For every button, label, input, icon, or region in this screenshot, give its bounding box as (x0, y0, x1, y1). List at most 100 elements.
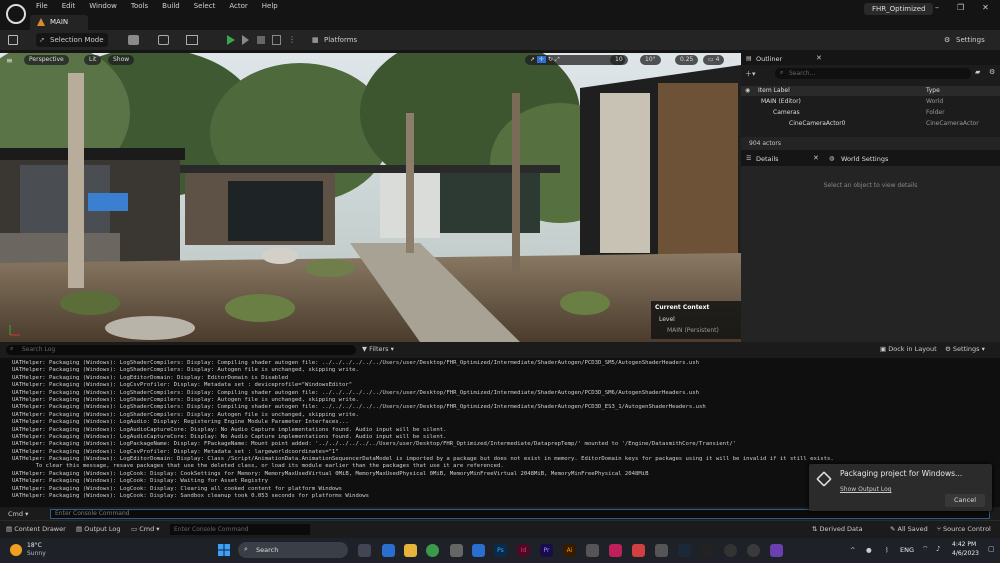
app-icon[interactable] (747, 544, 760, 557)
app-icon[interactable] (632, 544, 645, 557)
viewport-menu-icon[interactable]: ≡ (6, 56, 13, 65)
platforms-dropdown[interactable]: ▦ Platforms (310, 33, 366, 47)
status-cmd-dropdown[interactable]: ▭ Cmd ▾ (131, 525, 160, 533)
outliner-row-world[interactable]: MAIN (Editor) (761, 98, 801, 105)
show-output-log-link[interactable]: Show Output Log (840, 486, 892, 493)
tab-details[interactable]: Details (756, 155, 779, 163)
indesign-icon[interactable]: Id (517, 544, 530, 557)
scale-tool-icon[interactable]: ⤢ (555, 56, 560, 63)
minimize-icon[interactable]: – (935, 3, 939, 12)
all-saved-button[interactable]: ✎ All Saved (890, 525, 928, 533)
log-settings-button[interactable]: ⚙ Settings ▾ (945, 345, 985, 353)
menu-edit[interactable]: Edit (62, 2, 76, 10)
column-item-label[interactable]: Item Label (758, 87, 790, 94)
mic-icon[interactable]: ● (866, 546, 872, 554)
mail-icon[interactable] (472, 544, 485, 557)
menu-window[interactable]: Window (89, 2, 117, 10)
column-type[interactable]: Type (926, 87, 940, 94)
menu-build[interactable]: Build (162, 2, 180, 10)
app-icon[interactable] (586, 544, 599, 557)
level-tab[interactable]: MAIN (30, 15, 88, 30)
output-log-button[interactable]: ▤ Output Log (76, 525, 120, 533)
clock-time[interactable]: 4:42 PM (952, 541, 976, 548)
folder-icon[interactable]: ▰ (975, 68, 980, 76)
close-icon[interactable]: ✕ (982, 3, 989, 12)
menu-select[interactable]: Select (194, 2, 216, 10)
photoshop-icon[interactable]: Ps (494, 544, 507, 557)
source-control-button[interactable]: ⑂ Source Control (937, 525, 991, 533)
add-actor-icon[interactable] (128, 35, 139, 45)
menu-actor[interactable]: Actor (229, 2, 247, 10)
camera-speed[interactable]: ▭ 4 (703, 55, 725, 65)
tab-world-settings[interactable]: World Settings (841, 155, 888, 163)
add-filter-icon[interactable]: ＋▾ (745, 69, 756, 79)
app-icon[interactable] (609, 544, 622, 557)
filters-dropdown[interactable]: ▼ Filters ▾ (362, 345, 394, 353)
unreal-engine-icon[interactable] (724, 544, 737, 557)
eject-icon[interactable] (272, 35, 281, 45)
perspective-button[interactable]: Perspective (24, 55, 69, 65)
step-icon[interactable] (242, 35, 249, 45)
select-tool-icon[interactable]: ➚ (530, 56, 535, 63)
maximize-viewport-icon[interactable]: ⊞ (726, 55, 733, 64)
notification-icon[interactable]: ▢ (988, 545, 995, 553)
lit-button[interactable]: Lit (84, 55, 102, 65)
zoom-icon[interactable] (382, 544, 395, 557)
unreal-logo-icon[interactable] (6, 4, 26, 24)
cmd-dropdown[interactable]: Cmd ▾ (8, 510, 28, 518)
blueprint-icon[interactable] (158, 35, 169, 45)
menu-help[interactable]: Help (262, 2, 278, 10)
save-icon[interactable] (8, 35, 18, 45)
details-close-icon[interactable]: ✕ (813, 154, 819, 162)
volume-icon[interactable]: ♪ (936, 545, 940, 553)
move-tool-icon[interactable]: ✛ (536, 56, 546, 63)
show-button[interactable]: Show (108, 55, 135, 65)
chrome-icon[interactable] (426, 544, 439, 557)
store-icon[interactable] (450, 544, 463, 557)
illustrator-icon[interactable]: Ai (563, 544, 576, 557)
premiere-icon[interactable]: Pr (540, 544, 553, 557)
windows-start-icon[interactable] (218, 544, 230, 556)
outliner-row-cinecamera[interactable]: CineCameraActor0 (789, 120, 846, 127)
grid-snap[interactable]: 10 (610, 55, 628, 65)
vs-icon[interactable] (770, 544, 783, 557)
menu-tools[interactable]: Tools (131, 2, 148, 10)
log-search-input[interactable]: ⌕ Search Log (6, 345, 356, 355)
tray-overflow-icon[interactable]: ^ (850, 546, 855, 554)
outliner-row-cameras[interactable]: Cameras (773, 109, 800, 116)
content-drawer-button[interactable]: ▤ Content Drawer (6, 525, 66, 533)
task-view-icon[interactable] (358, 544, 371, 557)
angle-snap[interactable]: 10° (640, 55, 661, 65)
app-icon[interactable] (655, 544, 668, 557)
clock-date[interactable]: 4/6/2023 (952, 550, 979, 557)
outliner-settings-icon[interactable]: ⚙ (989, 68, 995, 76)
epic-games-icon[interactable] (701, 544, 714, 557)
status-console-input[interactable]: Enter Console Command (170, 524, 310, 535)
selection-mode-dropdown[interactable]: ➚ Selection Mode (36, 33, 108, 47)
file-explorer-icon[interactable] (404, 544, 417, 557)
play-icon[interactable] (227, 35, 235, 45)
context-level-value[interactable]: MAIN (Persistent) (667, 327, 719, 334)
outliner-close-icon[interactable]: ✕ (816, 54, 822, 62)
derived-data-button[interactable]: ⇅ Derived Data (812, 525, 863, 533)
bluetooth-icon[interactable]: ᛒ (885, 546, 889, 554)
outliner-search-input[interactable]: ⌕ Search... (775, 68, 971, 79)
menu-file[interactable]: File (36, 2, 48, 10)
weather-sun-icon[interactable] (10, 544, 22, 556)
scale-snap[interactable]: 0.25 (675, 55, 699, 65)
stop-icon[interactable] (257, 36, 265, 44)
saved-icon: ✎ (890, 525, 898, 533)
cinematics-icon[interactable] (186, 35, 198, 45)
maximize-icon[interactable]: ❐ (957, 3, 964, 12)
settings-button[interactable]: ⚙ Settings (944, 33, 996, 47)
taskbar-search[interactable]: ⌕ Search (238, 542, 348, 558)
steam-icon[interactable] (678, 544, 691, 557)
rotate-tool-icon[interactable]: ↻ (548, 56, 553, 63)
wifi-icon[interactable]: ⌔ (922, 545, 929, 554)
language-indicator[interactable]: ENG (900, 546, 914, 554)
cancel-button[interactable]: Cancel (945, 494, 985, 507)
more-options-icon[interactable]: ⋮ (288, 35, 296, 44)
outliner-tab[interactable]: ▤ Outliner ✕ (741, 53, 1000, 65)
level-viewport[interactable]: ≡ Perspective Lit Show ➚ ✛ ↻ ⤢ 10 10° 0.… (0, 53, 741, 342)
dock-in-layout-button[interactable]: ▣ Dock in Layout (880, 345, 937, 353)
